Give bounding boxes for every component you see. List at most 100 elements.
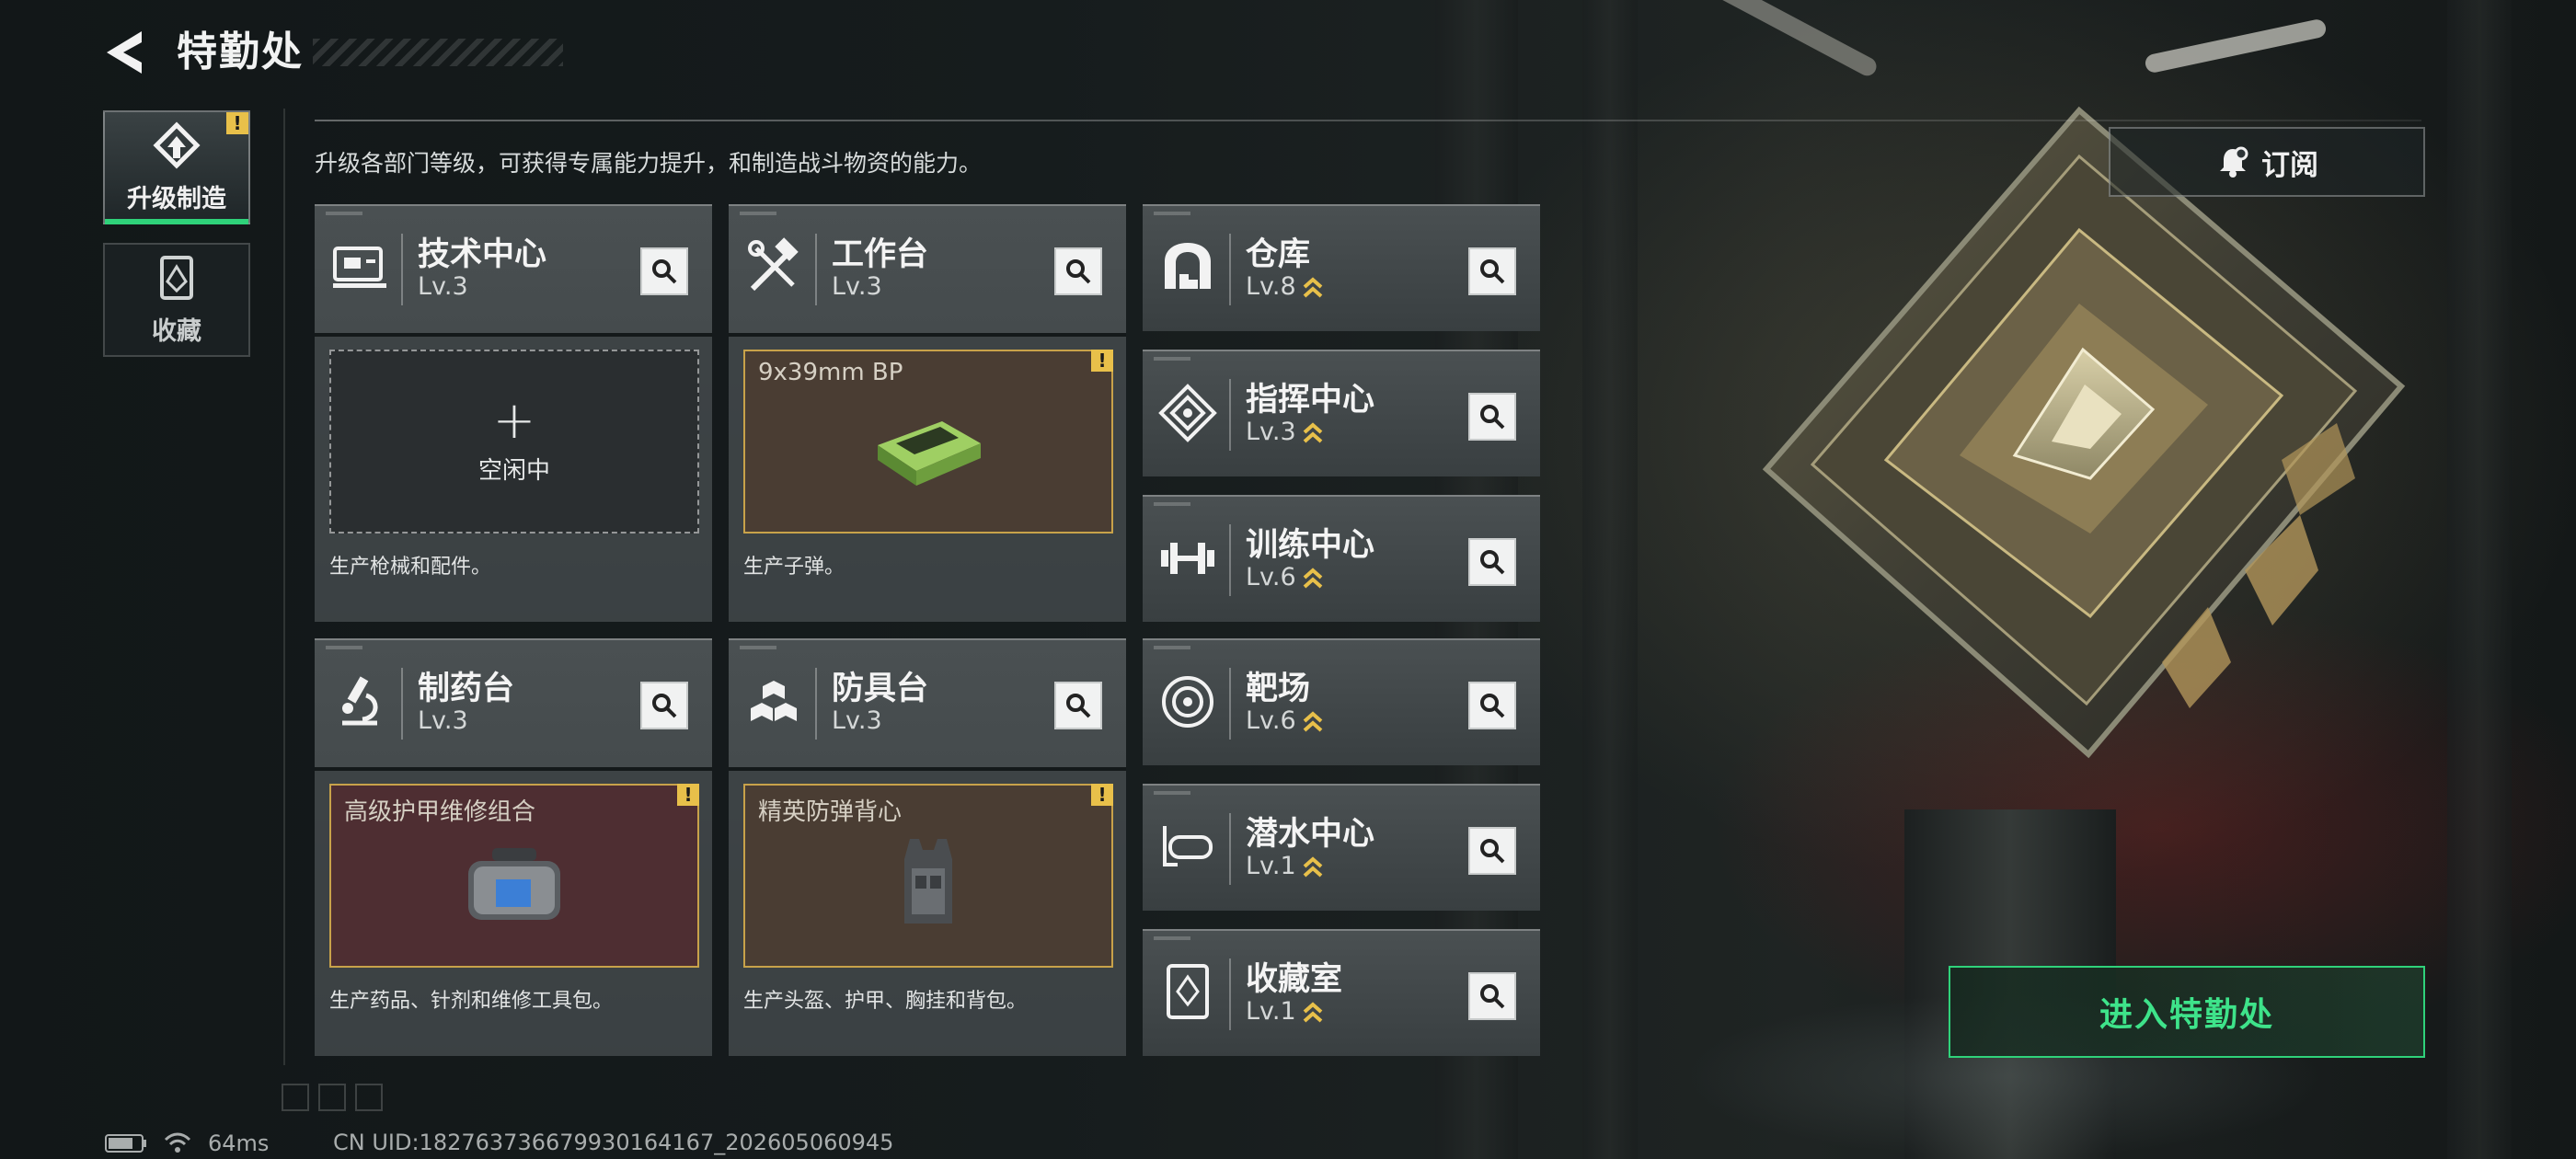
- production-slot-idle[interactable]: + 空闲中: [329, 350, 699, 534]
- warning-badge: !: [1091, 784, 1113, 806]
- pharmacy-icon: [342, 676, 378, 726]
- battery-icon: [105, 1134, 146, 1153]
- deco-square: [355, 1084, 383, 1111]
- upgrade-available-icon: [1303, 855, 1323, 877]
- back-button[interactable]: [99, 24, 156, 81]
- card-body: 精英防弹背心 ! 生产头盔、护甲、胸挂和背包。: [729, 767, 1126, 1056]
- tab-label: 收藏: [152, 316, 201, 346]
- dept-card-workbench[interactable]: 工作台 Lv.3 9x39mm BP ! 生产子弹。: [729, 204, 1126, 622]
- level-text: Lv.3: [418, 272, 468, 301]
- card-corner-tag: [1154, 936, 1190, 940]
- dept-level: Lv.1: [1246, 997, 1324, 1026]
- training-center-icon: [1161, 543, 1214, 574]
- card-body: + 空闲中 生产枪械和配件。: [315, 333, 712, 622]
- card-header: 工作台 Lv.3: [729, 206, 1126, 333]
- warning-badge: !: [1091, 350, 1113, 372]
- upgrade-icon: [153, 120, 201, 169]
- card-header: 防具台 Lv.3: [729, 640, 1126, 767]
- inspect-button[interactable]: [1468, 393, 1516, 441]
- production-slot-item[interactable]: 精英防弹背心 !: [743, 784, 1113, 968]
- tab-upgrade-craft[interactable]: 升级制造 !: [103, 110, 250, 224]
- dept-level: Lv.3: [832, 706, 882, 735]
- inspect-button[interactable]: [640, 247, 688, 295]
- inspect-button[interactable]: [1468, 972, 1516, 1020]
- inspect-button[interactable]: [1468, 538, 1516, 586]
- item-name: 9x39mm BP: [758, 359, 903, 386]
- search-icon: [1480, 259, 1505, 284]
- card-separator: [1229, 958, 1231, 1030]
- upgrade-available-icon: [1303, 710, 1323, 731]
- tech-center-icon: [333, 247, 386, 288]
- deco-square: [318, 1084, 346, 1111]
- dept-card-diving-center[interactable]: 潜水中心 Lv.1: [1143, 784, 1540, 911]
- dept-description: 生产药品、针剂和维修工具包。: [329, 990, 614, 1013]
- production-slot-item[interactable]: 9x39mm BP !: [743, 350, 1113, 534]
- inspect-button[interactable]: [1468, 247, 1516, 295]
- tab-label: 升级制造: [127, 184, 226, 213]
- upgrade-available-icon: [1303, 1001, 1323, 1022]
- dept-level: Lv.3: [418, 706, 468, 735]
- search-icon: [1066, 694, 1091, 718]
- search-icon: [1480, 984, 1505, 1009]
- dept-card-collection-room[interactable]: 收藏室 Lv.1: [1143, 929, 1540, 1056]
- page-subtitle: 升级各部门等级，可获得专属能力提升，和制造战斗物资的能力。: [315, 150, 983, 177]
- dept-level: Lv.3: [1246, 418, 1324, 446]
- subscribe-button[interactable]: 订阅: [2109, 127, 2425, 197]
- dept-name: 靶场: [1246, 671, 1311, 707]
- card-corner-tag: [1154, 791, 1190, 795]
- bg-pillar: [2447, 0, 2512, 1159]
- diving-center-icon: [1163, 826, 1213, 866]
- header-divider: [315, 120, 2421, 121]
- search-icon: [1066, 259, 1091, 284]
- dept-description: 生产头盔、护甲、胸挂和背包。: [743, 990, 1028, 1013]
- shooting-range-icon: [1162, 676, 1213, 728]
- item-name: 高级护甲维修组合: [344, 798, 536, 826]
- card-separator: [1229, 813, 1231, 885]
- plus-icon: +: [492, 390, 536, 451]
- tab-collection[interactable]: 收藏: [103, 243, 250, 357]
- dept-card-warehouse[interactable]: 仓库 Lv.8: [1143, 204, 1540, 331]
- dept-card-tech-center[interactable]: 技术中心 Lv.3 + 空闲中 生产枪械和配件。: [315, 204, 712, 622]
- hq-cube-artwork: [1730, 92, 2429, 791]
- deco-square: [282, 1084, 309, 1111]
- page-title: 特勤处: [177, 29, 304, 75]
- dept-card-training-center[interactable]: 训练中心 Lv.6: [1143, 495, 1540, 622]
- inspect-button[interactable]: [640, 682, 688, 729]
- level-text: Lv.3: [832, 272, 882, 301]
- dept-name: 仓库: [1246, 236, 1311, 273]
- dept-card-command-center[interactable]: 指挥中心 Lv.3: [1143, 350, 1540, 476]
- level-text: Lv.3: [418, 706, 468, 735]
- search-icon: [1480, 550, 1505, 575]
- card-separator: [401, 234, 403, 305]
- card-separator: [1229, 379, 1231, 451]
- idle-label: 空闲中: [477, 456, 550, 485]
- dept-level: Lv.3: [832, 272, 882, 301]
- nav-divider: [283, 109, 285, 1065]
- card-separator: [815, 668, 817, 740]
- warning-badge: !: [226, 112, 248, 134]
- inspect-button[interactable]: [1054, 682, 1102, 729]
- bg-pillar: [1582, 0, 1638, 1159]
- workbench-icon: [748, 237, 799, 292]
- level-text: Lv.1: [1246, 997, 1296, 1026]
- card-separator: [401, 668, 403, 740]
- bg-robot-arm: [1708, 0, 1880, 79]
- production-slot-item[interactable]: 高级护甲维修组合 !: [329, 784, 699, 968]
- dept-description: 生产枪械和配件。: [329, 556, 492, 579]
- armor-bench-icon: [751, 681, 797, 721]
- enter-hq-button[interactable]: 进入特勤处: [1949, 966, 2425, 1058]
- upgrade-available-icon: [1303, 567, 1323, 588]
- dept-card-shooting-range[interactable]: 靶场 Lv.6: [1143, 638, 1540, 765]
- level-text: Lv.1: [1246, 852, 1296, 880]
- dept-card-pharmacy[interactable]: 制药台 Lv.3 高级护甲维修组合 ! 生产药品、针剂和维修工具包。: [315, 638, 712, 1056]
- card-body: 高级护甲维修组合 ! 生产药品、针剂和维修工具包。: [315, 767, 712, 1056]
- inspect-button[interactable]: [1468, 682, 1516, 729]
- ping-text: 64ms: [208, 1130, 270, 1156]
- dept-level: Lv.8: [1246, 272, 1324, 301]
- ammo-box-icon: [878, 421, 981, 486]
- inspect-button[interactable]: [1468, 827, 1516, 875]
- inspect-button[interactable]: [1054, 247, 1102, 295]
- bg-robot-arm: [2144, 17, 2328, 75]
- upgrade-available-icon: [1303, 421, 1323, 442]
- dept-card-armor-bench[interactable]: 防具台 Lv.3 精英防弹背心 ! 生产头盔、护甲、胸挂和背包。: [729, 638, 1126, 1056]
